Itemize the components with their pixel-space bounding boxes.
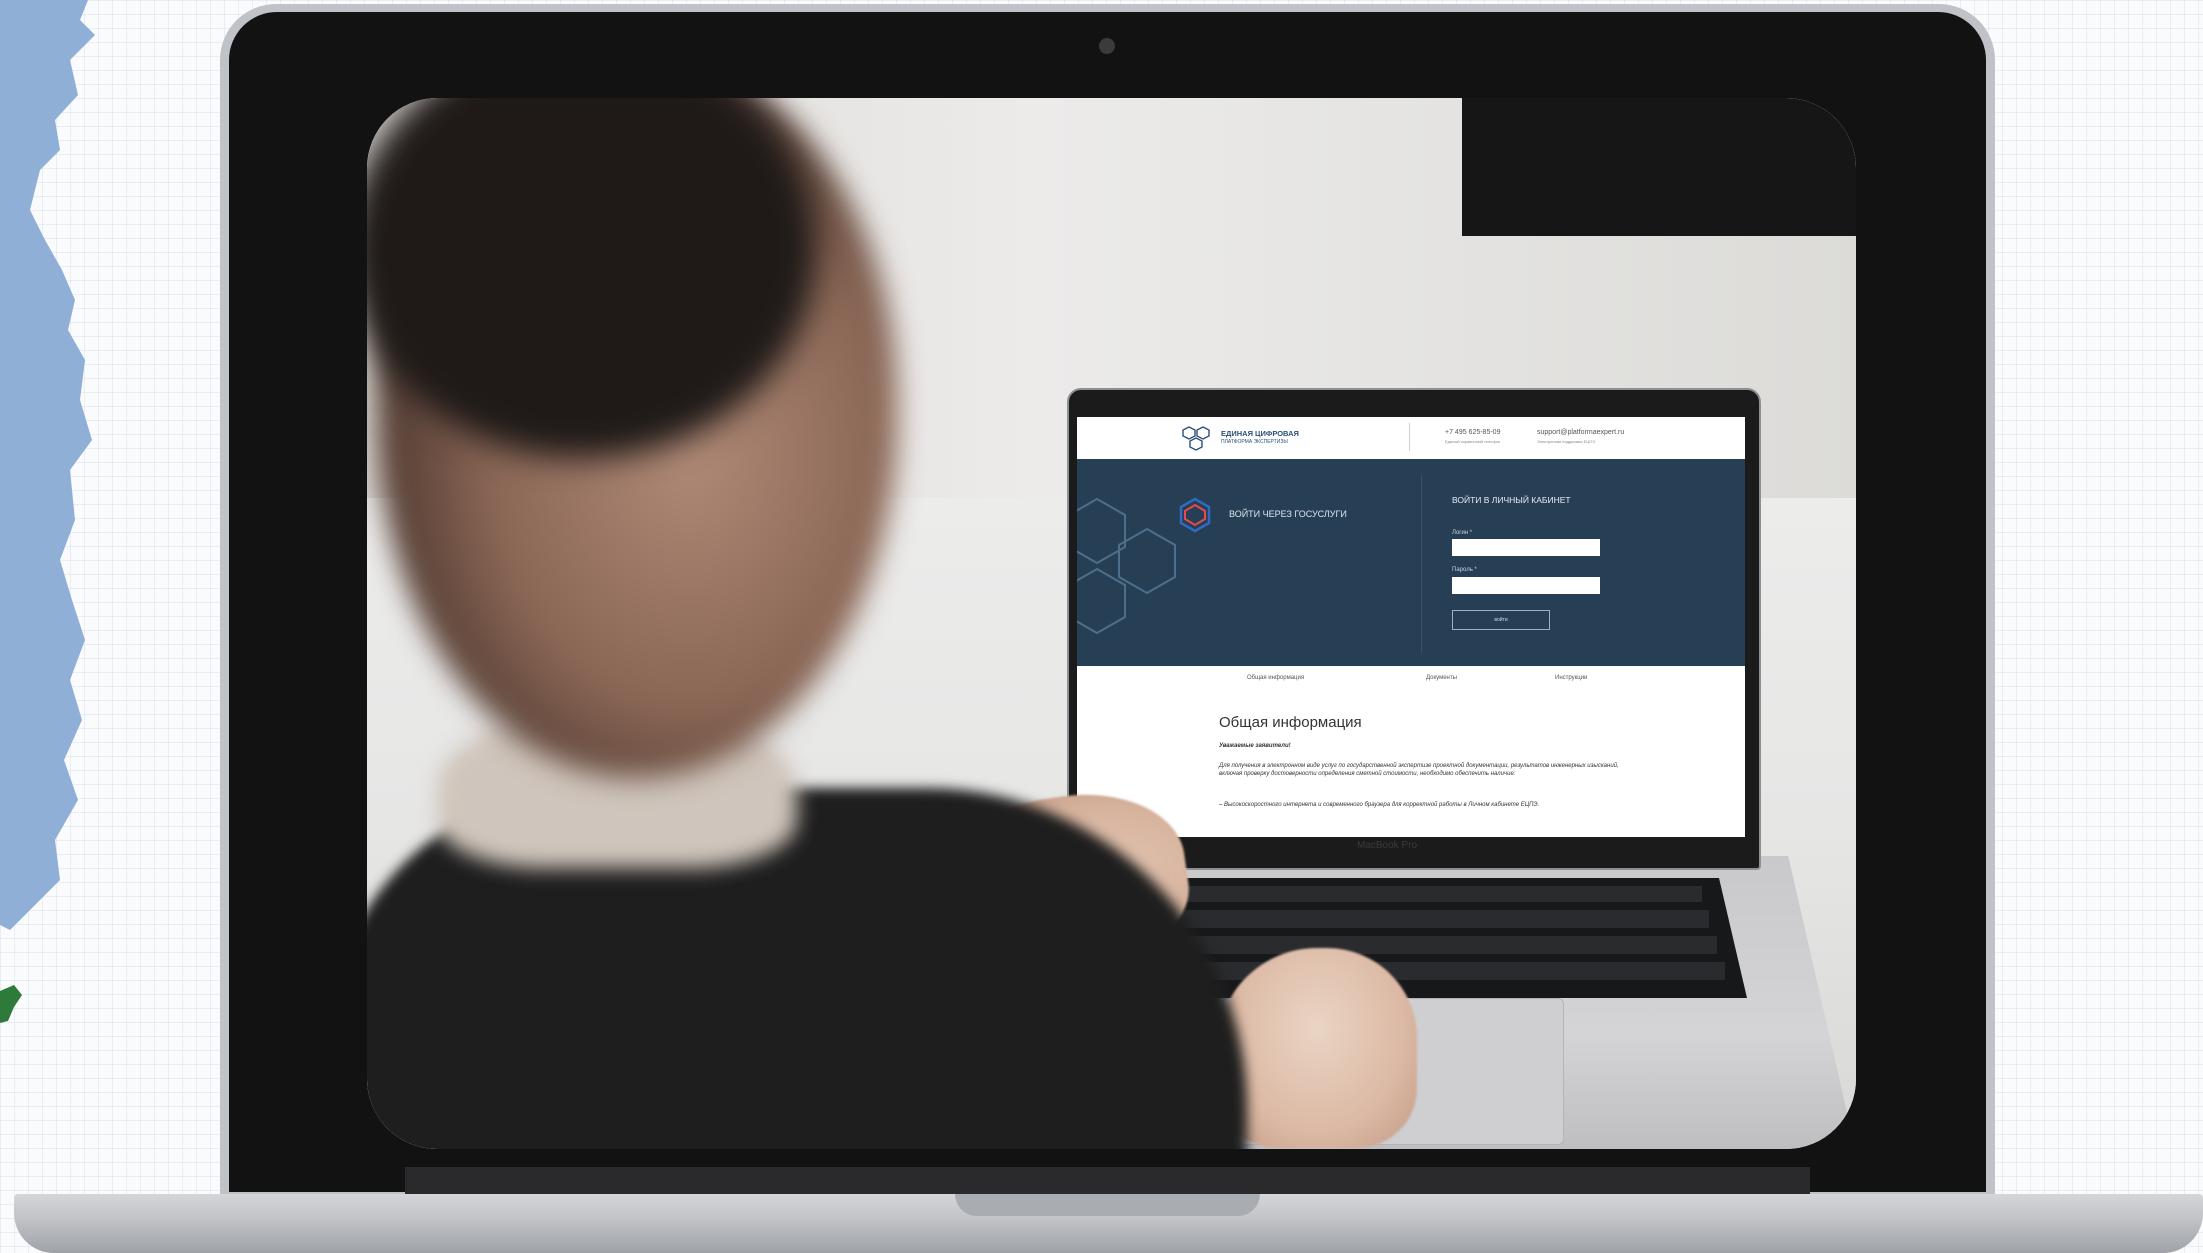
content-heading: Общая информация [1219,714,1362,731]
tab-instructions[interactable]: Инструкции [1555,675,1587,681]
password-label: Пароль * [1452,567,1477,573]
webcam-icon [1099,38,1115,54]
login-title: ВОЙТИ В ЛИЧНЫЙ КАБИНЕТ [1452,495,1571,505]
wall-picture-frame [1462,98,1856,236]
person-right-hand [1217,948,1417,1148]
login-submit-button[interactable]: войти [1452,610,1550,630]
header-divider [1409,423,1410,451]
tab-documents[interactable]: Документы [1426,675,1457,681]
logo-title: ЕДИНАЯ ЦИФРОВАЯ [1221,429,1299,438]
inner-laptop-label: MacBook Pro [1357,840,1418,851]
content-paragraph: Для получения в электронном виде услуг п… [1219,763,1619,777]
header-email-caption: Электронная поддержка ЕЦПЭ [1537,439,1595,444]
logo-subtitle: ПЛАТФОРМА ЭКСПЕРТИЗЫ [1221,439,1288,445]
website-screen: ЕДИНАЯ ЦИФРОВАЯ ПЛАТФОРМА ЭКСПЕРТИЗЫ +7 … [1077,417,1745,837]
header-phone[interactable]: +7 495 625-85-09 [1445,429,1500,436]
password-input[interactable] [1452,577,1600,594]
map-green-shape [0,985,22,1023]
content-greeting: Уважаемые заявители! [1219,743,1291,749]
cubes-decoration [1077,497,1176,635]
screen-photo: ЕДИНАЯ ЦИФРОВАЯ ПЛАТФОРМА ЭКСПЕРТИЗЫ +7 … [367,98,1856,1149]
hero-divider [1421,475,1422,653]
cube-logo-icon [1182,426,1210,451]
tab-bar [1077,666,1745,692]
site-header [1077,417,1745,460]
login-input[interactable] [1452,539,1600,556]
map-region-shape [0,0,95,930]
laptop-opening-notch [955,1194,1260,1216]
login-label: Логин * [1452,530,1473,536]
bezel-bottom-strip [405,1167,1810,1195]
gosuslugi-icon[interactable] [1177,497,1213,533]
tab-general-info[interactable]: Общая информация [1247,675,1304,681]
content-bullet: – Высокоскоростного интернета и современ… [1219,802,1540,808]
header-phone-caption: Единый справочный телефон [1445,439,1501,444]
header-email[interactable]: support@platformaexpert.ru [1537,429,1624,436]
gosuslugi-login-button[interactable]: ВОЙТИ ЧЕРЕЗ ГОСУСЛУГИ [1229,509,1347,519]
